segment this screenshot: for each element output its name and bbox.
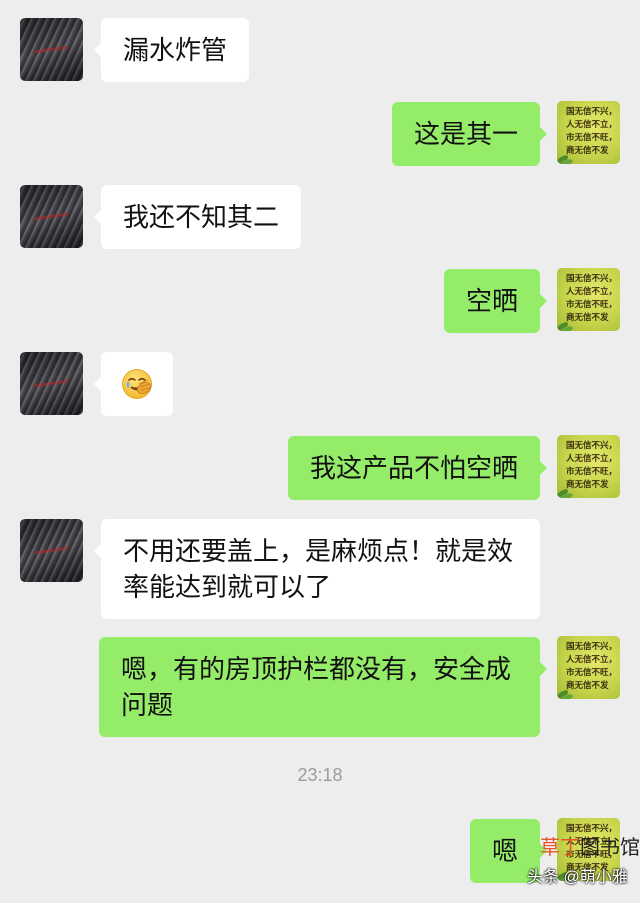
contact-avatar[interactable] [20,18,83,81]
watermark-source: 头条 @萌小雅 [527,869,628,886]
chat-timestamp: 23:18 [297,765,343,785]
contact-avatar[interactable] [20,519,83,582]
avatar-mark [33,45,69,54]
message-row: 我还不知其二 [0,185,640,249]
message-bubble[interactable] [94,352,173,416]
leaf-icon [557,155,573,164]
contact-avatar[interactable] [20,185,83,248]
avatar-mark [33,379,69,388]
message-row: 漏水炸管 [0,18,640,82]
avatar-mark [33,546,69,555]
message-row: 不用还要盖上，是麻烦点！就是效率能达到就可以了 [0,519,640,619]
message-bubble[interactable]: 漏水炸管 [93,18,250,82]
message-row: 嗯，有的房顶护栏都没有，安全成问题 国无信不兴， 人无信不立， 市无信不旺， 商无信不… [0,636,640,737]
leaf-icon [557,322,573,331]
watermark-logo-part1: 草丁 [540,837,580,859]
message-bubble[interactable]: 不用还要盖上，是麻烦点！就是效率能达到就可以了 [94,519,540,619]
watermark-logo: 草丁图书馆 [540,836,640,860]
message-row: 空晒 国无信不兴， 人无信不立， 市无信不旺， 商无信不发 [0,268,640,333]
my-avatar[interactable]: 国无信不兴， 人无信不立， 市无信不旺， 商无信不发 [557,101,620,164]
leaf-icon [557,489,573,498]
watermark-logo-part2: 图书馆 [580,837,640,859]
message-row: 我这产品不怕空晒 国无信不兴， 人无信不立， 市无信不旺， 商无信不发 [0,435,640,500]
avatar-mark [33,212,69,221]
message-row: 这是其一 国无信不兴， 人无信不立， 市无信不旺， 商无信不发 [0,101,640,166]
message-bubble[interactable]: 嗯，有的房顶护栏都没有，安全成问题 [99,637,547,737]
my-avatar[interactable]: 国无信不兴， 人无信不立， 市无信不旺， 商无信不发 [557,636,620,699]
facepalm-emoji-icon [122,369,152,399]
my-avatar[interactable]: 国无信不兴， 人无信不立， 市无信不旺， 商无信不发 [557,268,620,331]
message-bubble[interactable]: 我这产品不怕空晒 [287,436,548,500]
my-avatar[interactable]: 国无信不兴， 人无信不立， 市无信不旺， 商无信不发 [557,435,620,498]
contact-avatar[interactable] [20,352,83,415]
message-bubble[interactable]: 我还不知其二 [93,185,302,249]
message-bubble[interactable]: 这是其一 [391,102,548,166]
leaf-icon [557,690,573,699]
message-bubble[interactable]: 空晒 [443,269,548,333]
message-row [0,352,640,416]
